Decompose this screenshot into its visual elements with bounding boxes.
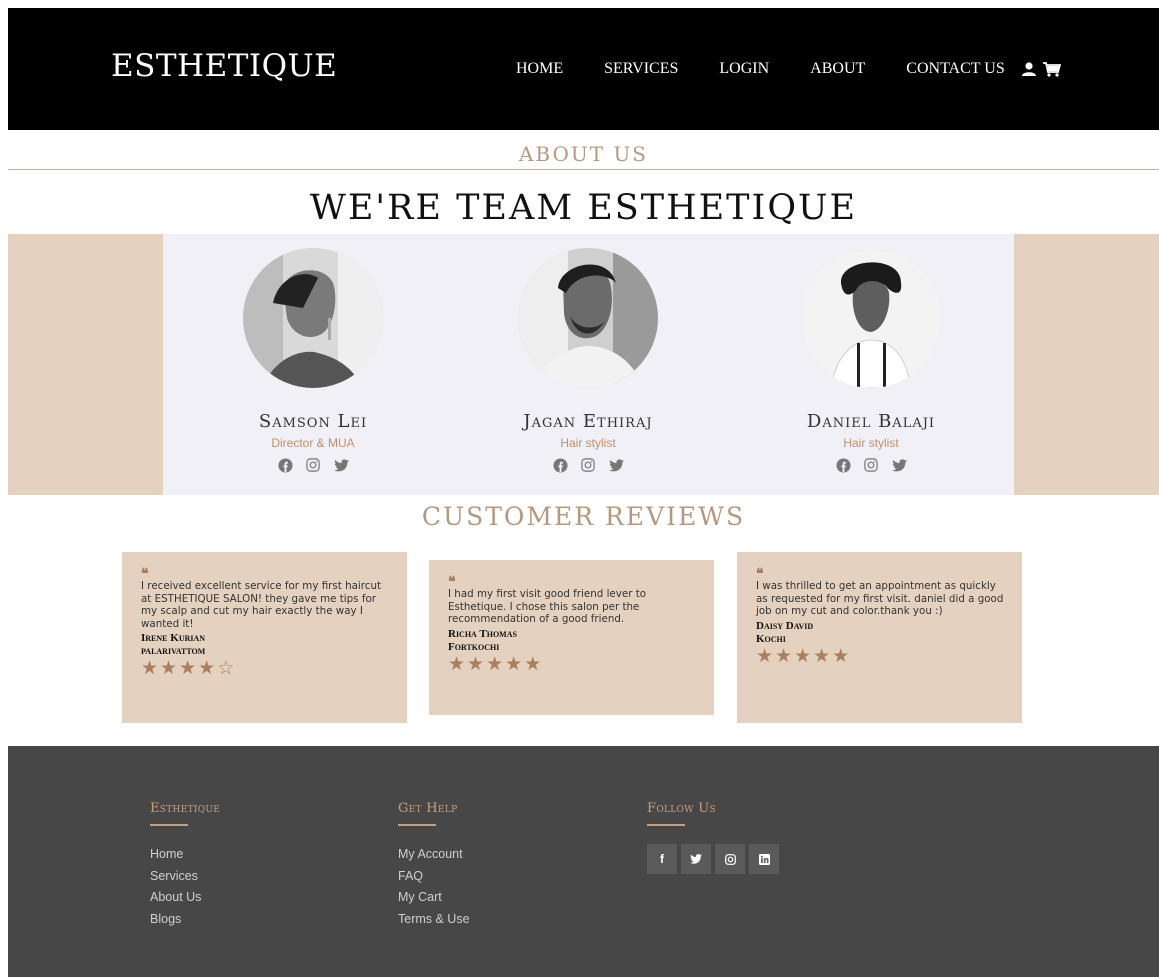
reviewer-place: palarivattom [141, 645, 206, 657]
team-member: Jagan Ethiraj Hair stylist [498, 248, 678, 473]
review-card: ❝ I received excellent service for my fi… [122, 552, 407, 723]
facebook-icon[interactable] [835, 457, 851, 473]
member-name: Jagan Ethiraj [523, 411, 653, 432]
page-frame: ESTHETIQUE HOME SERVICES LOGIN ABOUT CON… [8, 8, 1159, 977]
instagram-icon[interactable] [863, 457, 879, 473]
nav-icons [1021, 61, 1061, 77]
footer-col-help: Get Help My Account FAQ My Cart Terms & … [398, 801, 470, 930]
member-role: Hair stylist [560, 436, 616, 450]
review-text: I received excellent service for my firs… [141, 580, 382, 630]
site-header: ESTHETIQUE HOME SERVICES LOGIN ABOUT CON… [8, 8, 1159, 130]
member-role: Hair stylist [843, 436, 899, 450]
member-social [781, 457, 961, 473]
member-name: Samson Lei [258, 411, 368, 432]
star-icon: ★ [141, 658, 159, 679]
footer-link-account[interactable]: My Account [398, 844, 470, 866]
quote-icon: ❝ [141, 566, 149, 582]
linkedin-icon[interactable] [749, 844, 779, 874]
section-label-about: ABOUT US [518, 142, 649, 166]
star-icon: ★ [179, 658, 197, 679]
star-rating: ★ ★ ★ ★ ☆ [141, 658, 389, 679]
member-social [223, 457, 403, 473]
star-outline-icon: ☆ [217, 658, 235, 679]
review-card: ❝ I was thrilled to get an appointment a… [737, 552, 1022, 723]
quote-icon: ❝ [448, 574, 456, 590]
footer-link-about[interactable]: About Us [150, 887, 220, 909]
star-rating: ★ ★ ★ ★ ★ [756, 645, 1004, 667]
reviewer-name: Daisy David [756, 619, 814, 632]
footer-link-cart[interactable]: My Cart [398, 887, 470, 909]
main-nav: HOME SERVICES LOGIN ABOUT CONTACT US [516, 60, 1061, 78]
star-icon: ★ [794, 645, 812, 667]
star-icon: ★ [756, 645, 774, 667]
team-section: Samson Lei Director & MUA Jagan Ethiraj … [8, 234, 1159, 495]
instagram-icon[interactable] [305, 457, 321, 473]
footer-heading: Esthetique [150, 801, 221, 816]
footer-link-terms[interactable]: Terms & Use [398, 909, 470, 931]
site-footer: Esthetique Home Services About Us Blogs … [8, 746, 1159, 977]
quote-icon: ❝ [756, 566, 764, 582]
user-icon[interactable] [1021, 62, 1037, 76]
star-icon: ★ [505, 653, 523, 675]
star-icon: ★ [486, 653, 504, 675]
cart-icon[interactable] [1042, 61, 1061, 77]
team-member: Samson Lei Director & MUA [223, 248, 403, 473]
star-icon: ★ [813, 645, 831, 667]
star-rating: ★ ★ ★ ★ ★ [448, 653, 696, 675]
about-bar: ABOUT US [8, 130, 1159, 170]
reviewer-name: Richa Thomas [448, 627, 517, 640]
footer-link-faq[interactable]: FAQ [398, 866, 470, 888]
star-icon: ★ [448, 653, 466, 675]
footer-heading: Follow Us [647, 801, 716, 816]
footer-link-blogs[interactable]: Blogs [150, 909, 220, 931]
reviewer-name: Irene Kurian [141, 632, 206, 644]
star-icon: ★ [160, 658, 178, 679]
footer-col-brand: Esthetique Home Services About Us Blogs [150, 801, 220, 930]
star-icon: ★ [198, 658, 216, 679]
footer-link-home[interactable]: Home [150, 844, 220, 866]
avatar [518, 248, 658, 388]
twitter-icon[interactable] [333, 457, 349, 473]
member-social [498, 457, 678, 473]
reviewer-place: Fortkochi [448, 640, 500, 653]
star-icon: ★ [832, 645, 850, 667]
footer-col-follow: Follow Us f [647, 801, 779, 874]
nav-contact[interactable]: CONTACT US [906, 60, 1004, 78]
divider [150, 824, 188, 826]
review-text: I was thrilled to get an appointment as … [756, 580, 1004, 617]
twitter-icon[interactable] [681, 844, 711, 874]
star-icon: ★ [524, 653, 542, 675]
instagram-icon[interactable] [715, 844, 745, 874]
reviews-heading: CUSTOMER REVIEWS [421, 502, 746, 531]
avatar [243, 248, 383, 388]
avatar [801, 248, 941, 388]
star-icon: ★ [467, 653, 485, 675]
twitter-icon[interactable] [608, 457, 624, 473]
nav-login[interactable]: LOGIN [719, 60, 769, 78]
instagram-icon[interactable] [580, 457, 596, 473]
nav-services[interactable]: SERVICES [604, 60, 678, 78]
twitter-icon[interactable] [891, 457, 907, 473]
footer-heading: Get Help [398, 801, 458, 816]
footer-link-services[interactable]: Services [150, 866, 220, 888]
review-card: ❝ I had my first visit good friend lever… [429, 560, 714, 715]
team-panel: Samson Lei Director & MUA Jagan Ethiraj … [163, 234, 1014, 495]
member-name: Daniel Balaji [806, 411, 936, 432]
reviewer-place: Kochi [756, 632, 786, 645]
team-heading: WE'RE TEAM ESTHETIQUE [309, 188, 858, 228]
divider [647, 824, 685, 826]
facebook-icon[interactable] [277, 457, 293, 473]
team-member: Daniel Balaji Hair stylist [781, 248, 961, 473]
review-text: I had my first visit good friend lever t… [448, 588, 647, 625]
nav-about[interactable]: ABOUT [810, 60, 865, 78]
facebook-icon[interactable] [552, 457, 568, 473]
footer-social: f [647, 844, 779, 874]
site-logo[interactable]: ESTHETIQUE [111, 48, 337, 84]
nav-home[interactable]: HOME [516, 60, 563, 78]
divider [398, 824, 436, 826]
facebook-icon[interactable]: f [647, 844, 677, 874]
member-role: Director & MUA [271, 436, 355, 450]
star-icon: ★ [775, 645, 793, 667]
